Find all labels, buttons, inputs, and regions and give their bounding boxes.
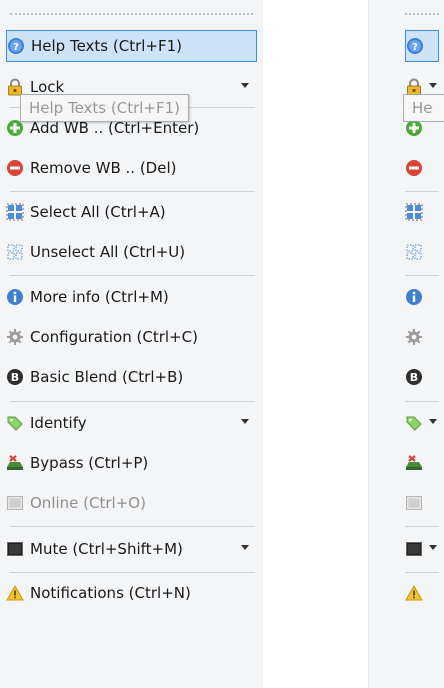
warning-icon bbox=[6, 584, 24, 602]
online-button[interactable] bbox=[405, 487, 444, 519]
separator bbox=[405, 191, 439, 192]
lock-dropdown-arrow[interactable] bbox=[241, 83, 249, 88]
more-info-button[interactable] bbox=[405, 281, 444, 313]
identify-button[interactable]: Identify bbox=[6, 407, 257, 439]
select-all-button[interactable]: Select All (Ctrl+A) bbox=[6, 196, 257, 228]
help-icon: ? bbox=[406, 37, 424, 55]
help-texts-tooltip: Help Texts (Ctrl+F1) bbox=[20, 94, 190, 122]
select-all-icon bbox=[405, 203, 423, 221]
unselect-all-button[interactable] bbox=[405, 236, 444, 268]
mute-button[interactable] bbox=[405, 533, 444, 565]
select-all-label: Select All (Ctrl+A) bbox=[30, 203, 166, 221]
bypass-button[interactable]: Bypass (Ctrl+P) bbox=[6, 447, 257, 479]
tag-icon bbox=[405, 414, 423, 432]
configuration-button[interactable] bbox=[405, 321, 444, 353]
online-icon bbox=[6, 494, 24, 512]
remove-wb-button[interactable]: Remove WB .. (Del) bbox=[6, 152, 257, 184]
unselect-all-button[interactable]: Unselect All (Ctrl+U) bbox=[6, 236, 257, 268]
more-info-button[interactable]: More info (Ctrl+M) bbox=[6, 281, 257, 313]
separator bbox=[10, 526, 255, 527]
gear-icon bbox=[6, 328, 24, 346]
unselect-all-label: Unselect All (Ctrl+U) bbox=[30, 243, 186, 261]
notifications-button[interactable]: Notifications (Ctrl+N) bbox=[6, 577, 257, 609]
help-texts-button[interactable]: ? Help Texts (Ctrl+F1) bbox=[6, 30, 257, 62]
svg-text:B: B bbox=[11, 371, 19, 384]
more-info-label: More info (Ctrl+M) bbox=[30, 288, 169, 306]
help-icon: ? bbox=[7, 37, 25, 55]
toolbar-grip[interactable] bbox=[405, 13, 439, 15]
info-icon bbox=[405, 288, 423, 306]
unselect-all-icon bbox=[6, 243, 24, 261]
notifications-label: Notifications (Ctrl+N) bbox=[30, 584, 191, 602]
remove-wb-button[interactable] bbox=[405, 152, 444, 184]
gear-icon bbox=[405, 328, 423, 346]
lock-dropdown-arrow[interactable] bbox=[429, 83, 437, 88]
warning-icon bbox=[405, 584, 423, 602]
svg-text:?: ? bbox=[412, 42, 418, 53]
help-texts-button[interactable]: ? bbox=[405, 30, 439, 62]
basic-blend-button[interactable]: B bbox=[405, 361, 444, 393]
notifications-button[interactable] bbox=[405, 577, 444, 609]
separator bbox=[10, 401, 255, 402]
remove-icon bbox=[405, 159, 423, 177]
remove-icon bbox=[6, 159, 24, 177]
identify-dropdown-arrow[interactable] bbox=[241, 419, 249, 424]
svg-text:?: ? bbox=[13, 42, 19, 53]
separator bbox=[405, 401, 439, 402]
bypass-button[interactable] bbox=[405, 447, 444, 479]
basic-blend-label: Basic Blend (Ctrl+B) bbox=[30, 368, 184, 386]
identify-button[interactable] bbox=[405, 407, 444, 439]
bypass-icon bbox=[405, 454, 423, 472]
mute-dropdown-arrow[interactable] bbox=[429, 545, 437, 550]
bypass-label: Bypass (Ctrl+P) bbox=[30, 454, 149, 472]
svg-text:B: B bbox=[410, 371, 418, 384]
online-label: Online (Ctrl+O) bbox=[30, 494, 146, 512]
mute-dropdown-arrow[interactable] bbox=[241, 545, 249, 550]
select-all-icon bbox=[6, 203, 24, 221]
separator bbox=[405, 526, 439, 527]
separator bbox=[10, 275, 255, 276]
separator bbox=[10, 572, 255, 573]
mute-label: Mute (Ctrl+Shift+M) bbox=[30, 540, 183, 558]
configuration-label: Configuration (Ctrl+C) bbox=[30, 328, 198, 346]
separator bbox=[405, 572, 439, 573]
help-texts-label: Help Texts (Ctrl+F1) bbox=[31, 37, 183, 55]
mute-icon bbox=[405, 540, 423, 558]
basic-blend-button[interactable]: B Basic Blend (Ctrl+B) bbox=[6, 361, 257, 393]
mute-button[interactable]: Mute (Ctrl+Shift+M) bbox=[6, 533, 257, 565]
select-all-button[interactable] bbox=[405, 196, 444, 228]
separator bbox=[10, 191, 255, 192]
configuration-button[interactable]: Configuration (Ctrl+C) bbox=[6, 321, 257, 353]
help-texts-tooltip-clipped: He bbox=[403, 94, 444, 122]
online-button[interactable]: Online (Ctrl+O) bbox=[6, 487, 257, 519]
online-icon bbox=[405, 494, 423, 512]
remove-wb-label: Remove WB .. (Del) bbox=[30, 159, 177, 177]
identify-dropdown-arrow[interactable] bbox=[429, 419, 437, 424]
unselect-all-icon bbox=[405, 243, 423, 261]
help-texts-tooltip-text: He bbox=[412, 99, 433, 117]
blend-b-icon: B bbox=[405, 368, 423, 386]
blend-b-icon: B bbox=[6, 368, 24, 386]
tag-icon bbox=[6, 414, 24, 432]
bypass-icon bbox=[6, 454, 24, 472]
toolbar-grip[interactable] bbox=[10, 13, 253, 15]
identify-label: Identify bbox=[30, 414, 87, 432]
separator bbox=[405, 275, 439, 276]
info-icon bbox=[6, 288, 24, 306]
mute-icon bbox=[6, 540, 24, 558]
